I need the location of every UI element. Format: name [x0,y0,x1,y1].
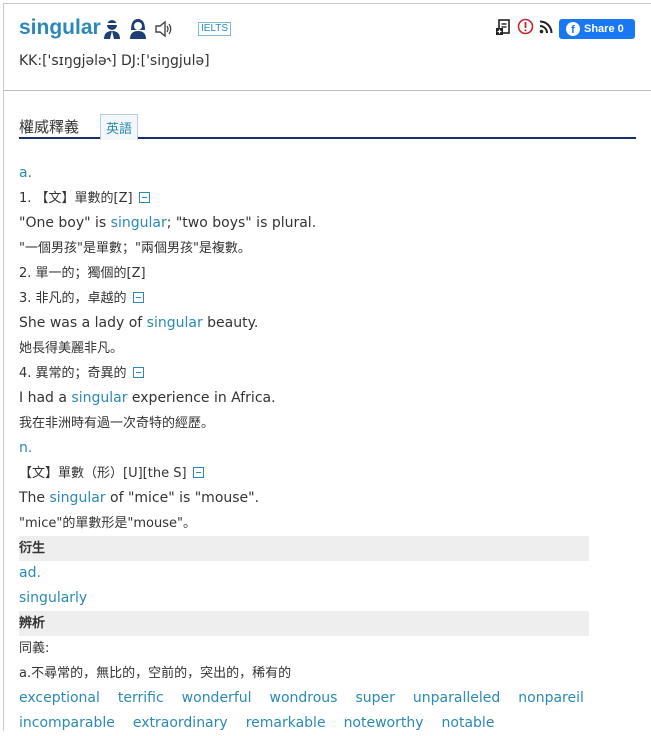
derivative-link[interactable]: singularly [19,586,589,611]
synonym-link[interactable]: incomparable [19,715,115,731]
share-label: Share 0 [584,23,624,35]
definition-2: 2. 單一的；獨個的[Z] [19,266,146,281]
male-voice-icon[interactable] [102,18,122,40]
synonyms-label: 同義: [19,641,50,656]
synonyms-row-1: exceptional terrific wonderful wondrous supe… [19,686,589,711]
report-icon[interactable] [517,18,534,35]
collapse-icon[interactable] [132,367,144,378]
example-4: I had a singular experience in Africa. [19,386,589,411]
definitions: a. 1. 【文】單數的[Z] "One boy" is singular; "… [19,161,589,736]
highlight-word: singular [110,215,167,231]
collapse-icon[interactable] [132,292,144,303]
facebook-icon: f [566,22,580,36]
synonym-link[interactable]: noteworthy [344,715,424,731]
add-wordbook-icon[interactable] [496,18,513,35]
definition-1-text: 1. 【文】單數的[Z] [19,191,133,206]
definition-3-text: 3. 非凡的，卓越的 [19,291,127,306]
pos-adjective[interactable]: a. [19,161,589,186]
example-text: "One boy" is [19,215,111,231]
synonym-link[interactable]: wonderful [182,690,252,706]
translation-5: "mice"的單數形是"mouse"。 [19,516,196,531]
highlight-word: singular [146,315,203,331]
synonym-link[interactable]: exceptional [19,690,100,706]
toolbar [496,18,555,35]
definition-1: 1. 【文】單數的[Z] [19,186,589,211]
highlight-word: singular [49,490,106,506]
definition-4: 4. 異常的；奇異的 [19,361,589,386]
synonym-link[interactable]: terrific [118,690,164,706]
section-analysis-heading: 辨析 [19,611,589,636]
section-derivatives-heading: 衍生 [19,536,589,561]
example-text: of "mice" is "mouse". [105,490,260,506]
example-text: ; "two boys" is plural. [166,215,317,231]
pronunciation-buttons [102,18,174,40]
exam-tag: IELTS [198,22,232,36]
synonym-sense: a.不尋常的，無比的，空前的，突出的，稀有的 [19,666,292,681]
dictionary-frame: singular IELTS KK:['sɪŋgjələ˞] DJ:['siŋg… [3,3,651,731]
tab-authoritative[interactable]: 權威釋義 [19,116,79,137]
female-voice-icon[interactable] [128,18,148,40]
translation-3: 她長得美麗非凡。 [19,341,124,356]
synonym-link[interactable]: nonpareil [518,690,584,706]
synonyms-row-2: incomparable extraordinary remarkable notew… [19,711,589,736]
example-5: The singular of "mice" is "mouse". [19,486,589,511]
definition-4-text: 4. 異常的；奇異的 [19,366,127,381]
definition-5-text: 【文】單數（形）[U][the S] [19,466,187,481]
phonetic-transcription: KK:['sɪŋgjələ˞] DJ:['siŋgjulə] [19,53,210,69]
synonym-link[interactable]: wondrous [270,690,338,706]
synonym-link[interactable]: super [355,690,394,706]
definition-5: 【文】單數（形）[U][the S] [19,461,589,486]
example-1: "One boy" is singular; "two boys" is plu… [19,211,589,236]
example-text: I had a [19,390,72,406]
example-text: experience in Africa. [127,390,276,406]
definition-3: 3. 非凡的，卓越的 [19,286,589,311]
example-text: She was a lady of [19,315,147,331]
collapse-icon[interactable] [138,192,150,203]
synonym-link[interactable]: extraordinary [133,715,228,731]
tab-english[interactable]: 英語 [100,114,139,140]
example-3: She was a lady of singular beauty. [19,311,589,336]
synonym-link[interactable]: notable [442,715,495,731]
headword: singular [19,16,101,39]
rss-icon[interactable] [538,18,555,35]
example-text: beauty. [202,315,259,331]
collapse-icon[interactable] [192,467,204,478]
synonym-link[interactable]: remarkable [246,715,326,731]
pos-noun[interactable]: n. [19,436,589,461]
facebook-share-button[interactable]: f Share 0 [559,19,635,39]
derivative-pos[interactable]: ad. [19,561,589,586]
word-header: singular IELTS KK:['sɪŋgjələ˞] DJ:['siŋg… [4,4,651,91]
definition-tabs: 權威釋義 英語 [19,111,636,140]
speaker-icon[interactable] [154,20,174,38]
translation-1: "一個男孩"是單數；"兩個男孩"是複數。 [19,241,251,256]
synonym-link[interactable]: unparalleled [413,690,500,706]
example-text: The [19,490,50,506]
highlight-word: singular [71,390,128,406]
translation-4: 我在非洲時有過一次奇特的經歷。 [19,416,215,431]
